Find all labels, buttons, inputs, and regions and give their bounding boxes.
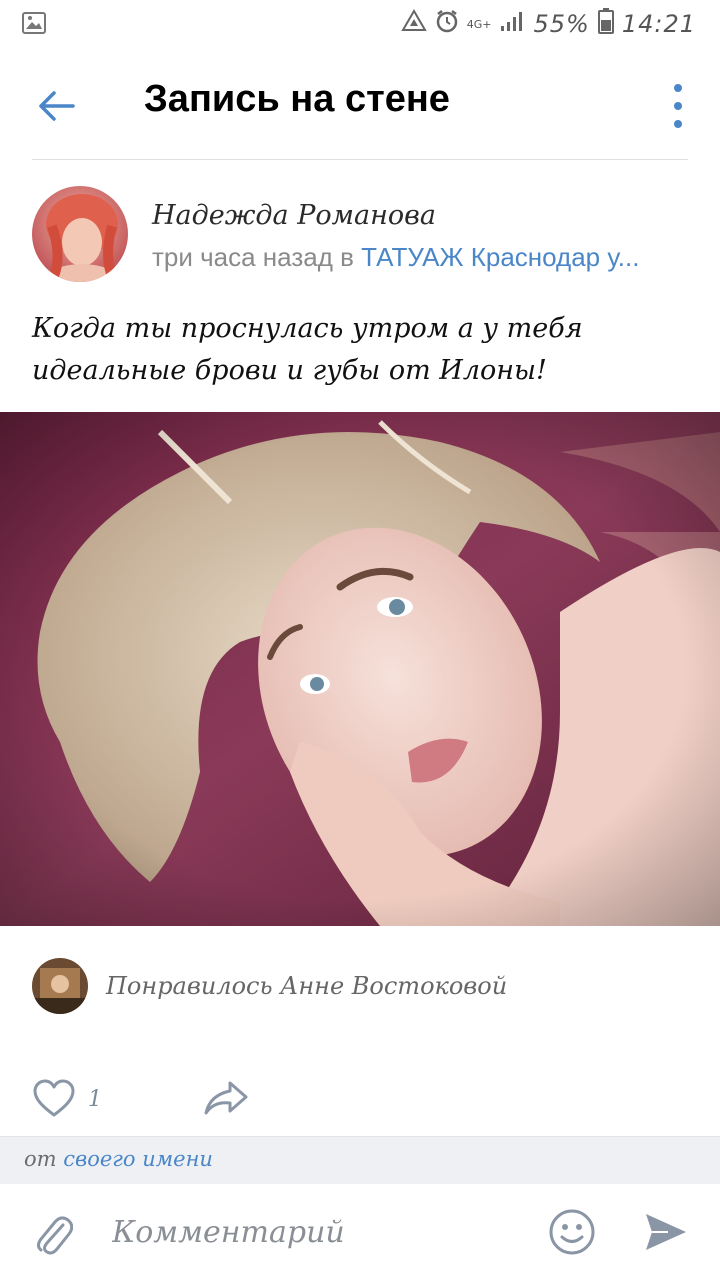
post-text: Когда ты проснулась утром а у тебя идеал… bbox=[32, 313, 583, 386]
comment-composer bbox=[0, 1184, 720, 1280]
recycle-icon bbox=[400, 9, 427, 39]
like-button[interactable]: 1 bbox=[32, 1074, 122, 1124]
more-vertical-icon bbox=[674, 84, 682, 92]
author-name[interactable]: Надежда Романова bbox=[152, 200, 436, 231]
post-as-bar: от своего имени bbox=[0, 1136, 720, 1184]
paperclip-icon bbox=[37, 1216, 73, 1255]
emoji-button[interactable] bbox=[546, 1206, 598, 1258]
send-icon bbox=[646, 1214, 686, 1250]
heart-icon bbox=[33, 1079, 75, 1117]
arrow-left-icon bbox=[39, 91, 75, 121]
post-actions: 1 bbox=[32, 1074, 332, 1124]
post-as-identity-link[interactable]: своего имени bbox=[63, 1147, 213, 1171]
likes-text: Понравилось Анне Востоковой bbox=[106, 972, 508, 1000]
send-button[interactable] bbox=[638, 1206, 694, 1258]
gallery-notification-icon bbox=[22, 12, 46, 38]
like-count: 1 bbox=[88, 1086, 102, 1112]
post-meta: три часа назад в ТАТУАЖ Краснодар у... bbox=[152, 242, 692, 273]
post-author: Надежда Романова три часа назад в ТАТУАЖ… bbox=[32, 186, 692, 286]
attach-button[interactable] bbox=[28, 1208, 78, 1258]
header-divider bbox=[32, 159, 688, 160]
share-icon bbox=[204, 1081, 248, 1115]
back-button[interactable] bbox=[28, 78, 84, 134]
network-type: 4G+ bbox=[466, 17, 492, 31]
post-as-text: от своего имени bbox=[24, 1147, 213, 1171]
share-button[interactable] bbox=[198, 1074, 254, 1124]
more-options-button[interactable] bbox=[666, 84, 690, 128]
group-link[interactable]: ТАТУАЖ Краснодар у... bbox=[361, 242, 639, 272]
alarm-icon bbox=[435, 9, 459, 39]
author-avatar[interactable] bbox=[32, 186, 128, 282]
clock: 14:21 bbox=[621, 10, 696, 38]
comment-input[interactable] bbox=[112, 1206, 522, 1258]
likes-summary[interactable]: Понравилось Анне Востоковой bbox=[32, 958, 692, 1018]
app-header: Запись на стене bbox=[0, 48, 720, 160]
battery-icon bbox=[597, 8, 614, 40]
smile-icon bbox=[549, 1209, 595, 1255]
battery-percent: 55% bbox=[533, 10, 590, 38]
status-bar: 4G+ 55% 14:21 bbox=[0, 0, 720, 48]
liker-avatar[interactable] bbox=[32, 958, 88, 1014]
post-photo[interactable] bbox=[0, 412, 720, 926]
page-title: Запись на стене bbox=[144, 78, 450, 120]
post-time: три часа назад в bbox=[152, 242, 362, 272]
signal-icon bbox=[499, 10, 525, 38]
post-as-prefix: от bbox=[24, 1147, 64, 1171]
